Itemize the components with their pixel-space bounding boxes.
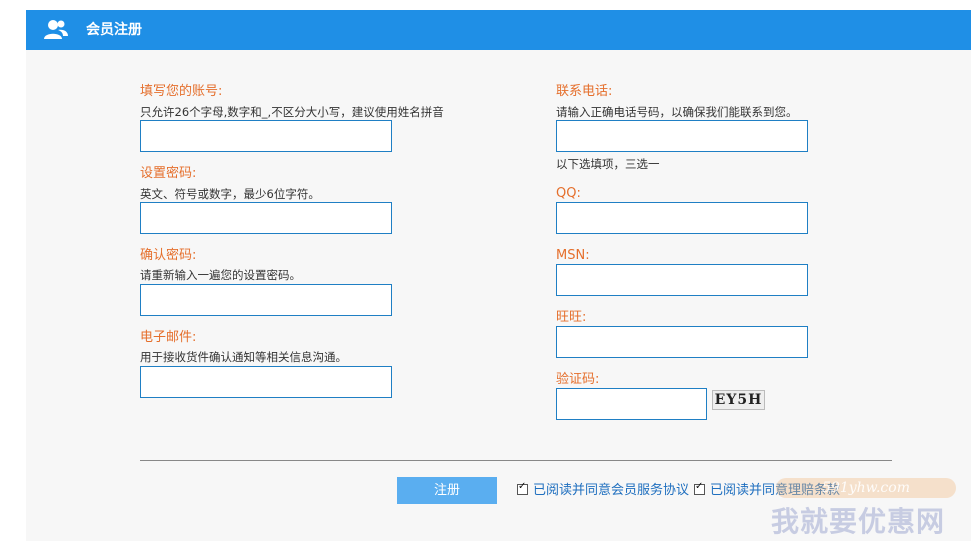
password-hint: 英文、符号或数字，最少6位字符。: [140, 187, 320, 201]
page-title: 会员注册: [86, 22, 142, 38]
register-button[interactable]: 注册: [397, 477, 497, 504]
msn-input[interactable]: [556, 264, 808, 296]
account-hint: 只允许26个字母,数字和_,不区分大小写，建议使用姓名拼音: [140, 105, 444, 119]
wangwang-label: 旺旺:: [556, 310, 587, 325]
confirm-password-hint: 请重新输入一遍您的设置密码。: [140, 268, 301, 282]
captcha-image[interactable]: EY5H: [712, 390, 765, 410]
watermark-url: 591yhw.com: [776, 478, 956, 498]
wangwang-input[interactable]: [556, 326, 808, 358]
msn-label: MSN:: [556, 248, 590, 263]
optional-note: 以下选填项，三选一: [556, 157, 660, 171]
captcha-label: 验证码:: [556, 372, 600, 387]
qq-label: QQ:: [556, 186, 581, 201]
email-hint: 用于接收货件确认通知等相关信息沟通。: [140, 350, 347, 364]
watermark-text: 我就要优惠网: [771, 505, 946, 538]
captcha-input[interactable]: [556, 388, 707, 420]
phone-label: 联系电话:: [556, 84, 613, 99]
confirm-password-label: 确认密码:: [140, 248, 197, 263]
agree-service-link[interactable]: 已阅读并同意会员服务协议: [533, 483, 689, 499]
password-input[interactable]: [140, 202, 392, 234]
phone-hint: 请输入正确电话号码，以确保我们能联系到您。: [556, 105, 798, 119]
qq-input[interactable]: [556, 202, 808, 234]
email-input[interactable]: [140, 366, 392, 398]
agree-claims-checkbox[interactable]: [694, 481, 705, 495]
agree-service-checkbox[interactable]: [517, 481, 528, 495]
users-icon: [43, 19, 69, 41]
account-input[interactable]: [140, 120, 392, 152]
account-label: 填写您的账号:: [140, 84, 223, 99]
phone-input[interactable]: [556, 120, 808, 152]
password-label: 设置密码:: [140, 166, 197, 181]
confirm-password-input[interactable]: [140, 284, 392, 316]
panel-header: 会员注册: [26, 10, 971, 50]
divider: [140, 460, 892, 461]
email-label: 电子邮件:: [140, 330, 197, 345]
